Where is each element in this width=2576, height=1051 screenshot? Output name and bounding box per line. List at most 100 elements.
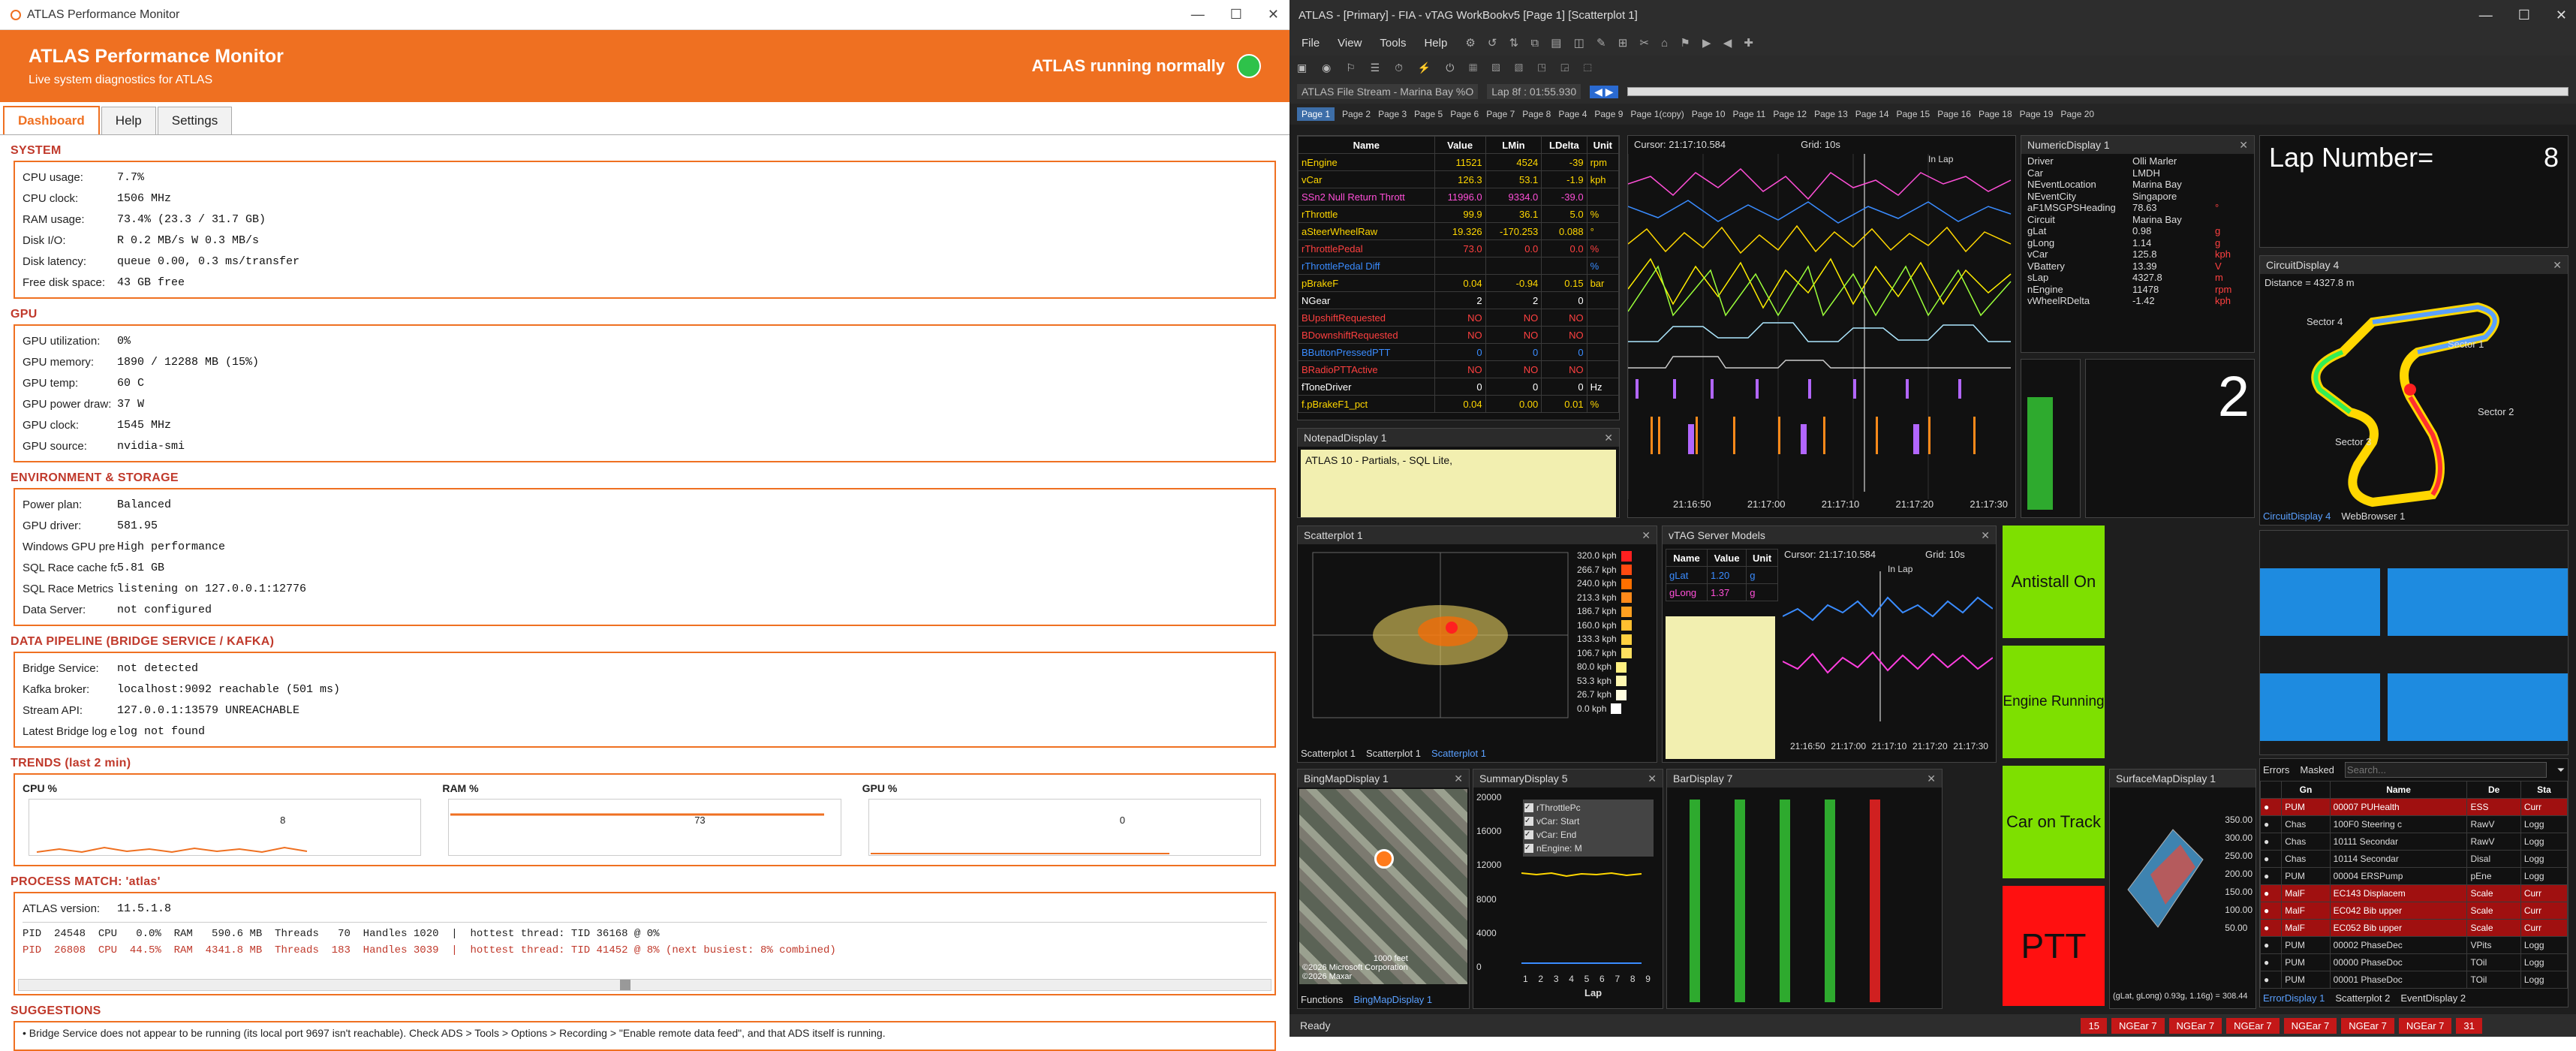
table-row[interactable]: BDownshiftRequested NO NO NO: [1298, 326, 1619, 344]
minimize-button[interactable]: —: [2479, 8, 2493, 23]
map-view[interactable]: 1000 feet ©2026 Microsoft Corporation ©2…: [1299, 789, 1467, 984]
filter-icon[interactable]: ⏷: [2557, 764, 2565, 776]
summary-item[interactable]: ✓ rThrottlePc: [1524, 801, 1652, 815]
page-tab[interactable]: Page 3: [1378, 109, 1407, 119]
tab-scatter[interactable]: Scatterplot 1: [1301, 748, 1356, 759]
table-row[interactable]: ● MalF EC143 Displacem Scale Curr: [2260, 884, 2568, 902]
table-row[interactable]: ● PUM 00002 PhaseDec VPits Logg: [2260, 936, 2568, 954]
page-tab[interactable]: Page 14: [1855, 109, 1889, 119]
table-row[interactable]: NGear 2 2 0: [1298, 291, 1619, 309]
table-row[interactable]: BUpshiftRequested NO NO NO: [1298, 309, 1619, 327]
close-icon[interactable]: ✕: [1604, 432, 1613, 444]
close-button[interactable]: ✕: [2556, 8, 2567, 23]
tab-circuit[interactable]: CircuitDisplay 4: [2263, 510, 2331, 522]
table-row[interactable]: ● Chas 10111 Secondar RawV Logg: [2260, 833, 2568, 851]
tab-eventdisplay[interactable]: EventDisplay 2: [2400, 992, 2466, 1004]
page-tab[interactable]: Page 18: [1979, 109, 2012, 119]
maximize-button[interactable]: ☐: [1230, 7, 1242, 23]
checkbox-icon[interactable]: ✓: [1524, 803, 1533, 812]
tab-settings[interactable]: Settings: [157, 107, 233, 134]
page-tab[interactable]: Page 2: [1342, 109, 1371, 119]
tab-masked[interactable]: Masked: [2300, 764, 2334, 775]
table-row[interactable]: ● PUM 00000 PhaseDoc TOil Logg: [2260, 953, 2568, 971]
menu-view[interactable]: View: [1338, 37, 1362, 50]
engine-running-indicator[interactable]: Engine Running: [2003, 646, 2105, 758]
table-row[interactable]: fToneDriver 0 0 0 Hz: [1298, 378, 1619, 396]
close-icon[interactable]: ✕: [1648, 772, 1657, 785]
table-row[interactable]: ● PUM 00004 ERSPump pEne Logg: [2260, 867, 2568, 885]
antistall-indicator[interactable]: Antistall On: [2003, 526, 2105, 638]
tab-help[interactable]: Help: [101, 107, 156, 134]
tab-errors[interactable]: Errors: [2263, 764, 2289, 775]
waveform-traces[interactable]: [1628, 154, 2016, 499]
page-tab[interactable]: Page 6: [1450, 109, 1479, 119]
page-tab[interactable]: Page 11: [1733, 109, 1766, 119]
tab-scatter[interactable]: Scatterplot 1: [1366, 748, 1421, 759]
table-row[interactable]: BButtonPressedPTT 0 0 0: [1298, 343, 1619, 361]
tab-errordisplay[interactable]: ErrorDisplay 1: [2263, 992, 2325, 1004]
table-row[interactable]: nEngine 11521 4524 -39 rpm: [1298, 153, 1619, 171]
close-icon[interactable]: ✕: [1927, 772, 1936, 785]
notepad-text[interactable]: ATLAS 10 - Partials, - SQL Lite,: [1301, 450, 1616, 517]
table-row[interactable]: ● Chas 10114 Secondar Disal Logg: [2260, 850, 2568, 868]
table-row[interactable]: ● Chas 100F0 Steering c RawV Logg: [2260, 815, 2568, 833]
table-row[interactable]: rThrottle 99.9 36.1 5.0%: [1298, 205, 1619, 223]
tab-scatter[interactable]: Scatterplot 1: [1431, 748, 1486, 759]
close-icon[interactable]: ✕: [2553, 259, 2562, 272]
tab-scatterplot[interactable]: Scatterplot 2: [2335, 992, 2390, 1004]
table-row[interactable]: ● MalF EC042 Bib upper Scale Curr: [2260, 902, 2568, 920]
close-icon[interactable]: ✕: [1981, 529, 1990, 542]
parameter-table[interactable]: Name Value LMin LDelta Unit nEngine 11521 4524-…: [1298, 136, 1619, 413]
page-tab[interactable]: Page 7: [1486, 109, 1515, 119]
car-on-track-indicator[interactable]: Car on Track: [2003, 766, 2105, 878]
page-tab[interactable]: Page 12: [1773, 109, 1807, 119]
vtag-traces[interactable]: [1783, 571, 1993, 721]
table-row[interactable]: pBrakeF 0.04 -0.94 0.15 bar: [1298, 274, 1619, 292]
page-tab[interactable]: Page 15: [1897, 109, 1930, 119]
page-tab[interactable]: Page 8: [1522, 109, 1551, 119]
page-tab[interactable]: Page 5: [1414, 109, 1443, 119]
table-row[interactable]: ● MalF EC052 Bib upper Scale Curr: [2260, 919, 2568, 937]
close-button[interactable]: ✕: [1268, 7, 1279, 23]
close-icon[interactable]: ✕: [2239, 139, 2248, 152]
table-row[interactable]: f.pBrakeF1_pct 0.04 0.00 0.01%: [1298, 395, 1619, 413]
errors-table[interactable]: Gn Name De Sta ● PUM 00007 PUHealth ESS Curr ● Cha…: [2260, 781, 2568, 989]
page-tab[interactable]: Page 1: [1297, 107, 1335, 121]
tab-functions[interactable]: Functions: [1301, 994, 1343, 1005]
stream-label[interactable]: ATLAS File Stream - Marina Bay %O: [1297, 84, 1479, 99]
table-row[interactable]: ● PUM 00007 PUHealth ESS Curr: [2260, 798, 2568, 816]
table-row[interactable]: rThrottlePedal Diff%: [1298, 257, 1619, 275]
surface-plot[interactable]: [2113, 800, 2210, 965]
vtag-notepad[interactable]: [1666, 616, 1775, 759]
nav-arrows[interactable]: ◀ ▶: [1590, 85, 1618, 98]
page-tab[interactable]: Page 1(copy): [1630, 109, 1684, 119]
menu-tools[interactable]: Tools: [1380, 37, 1406, 50]
lap-selector[interactable]: Lap 8f : 01:55.930: [1487, 84, 1581, 99]
page-tab[interactable]: Page 13: [1814, 109, 1848, 119]
table-row[interactable]: SSn2 Null Return Thrott 11996.0 9334.0 -39.…: [1298, 188, 1619, 206]
page-tab[interactable]: Page 19: [2020, 109, 2054, 119]
table-row[interactable]: BRadioPTTActive NO NO NO: [1298, 360, 1619, 378]
vtag-table[interactable]: Name Value Unit gLat 1.20 g gLong 1.37 g: [1666, 549, 1778, 601]
tab-dashboard[interactable]: Dashboard: [3, 106, 100, 134]
menu-help[interactable]: Help: [1424, 37, 1447, 50]
scatter-plot[interactable]: [1305, 549, 1575, 736]
page-tab[interactable]: Page 9: [1594, 109, 1623, 119]
page-tab[interactable]: Page 10: [1692, 109, 1726, 119]
close-icon[interactable]: ✕: [1454, 772, 1463, 785]
table-row[interactable]: aSteerWheelRaw 19.326 -170.253 0.088 °: [1298, 222, 1619, 240]
toolbar-icons[interactable]: ⚙ ↺ ⇅ ⧉ ▤ ◫ ✎ ⊞ ✂ ⌂ ⚑ ▶ ◀ ✚: [1465, 36, 1758, 50]
table-row[interactable]: vCar 126.3 53.1 -1.9 kph: [1298, 170, 1619, 188]
table-row[interactable]: ● PUM 00001 PhaseDoc TOil Logg: [2260, 971, 2568, 989]
toolbar-icons[interactable]: ▣ ◉ ⚐ ☰ ⏱ ⚡ ⏻ ▦ ▧ ▨ ◳ ◲ ⬚: [1297, 62, 1598, 74]
tab-bingmap[interactable]: BingMapDisplay 1: [1353, 994, 1432, 1005]
minimize-button[interactable]: —: [1191, 7, 1205, 23]
tab-webbrowser[interactable]: WebBrowser 1: [2341, 510, 2405, 522]
close-icon[interactable]: ✕: [1642, 529, 1651, 542]
horizontal-scrollbar[interactable]: [18, 979, 1271, 991]
page-tab[interactable]: Page 4: [1558, 109, 1587, 119]
maximize-button[interactable]: ☐: [2518, 8, 2530, 23]
timeline-scrubber[interactable]: [1627, 87, 2568, 96]
page-tab[interactable]: Page 20: [2060, 109, 2094, 119]
search-input[interactable]: [2344, 762, 2547, 778]
